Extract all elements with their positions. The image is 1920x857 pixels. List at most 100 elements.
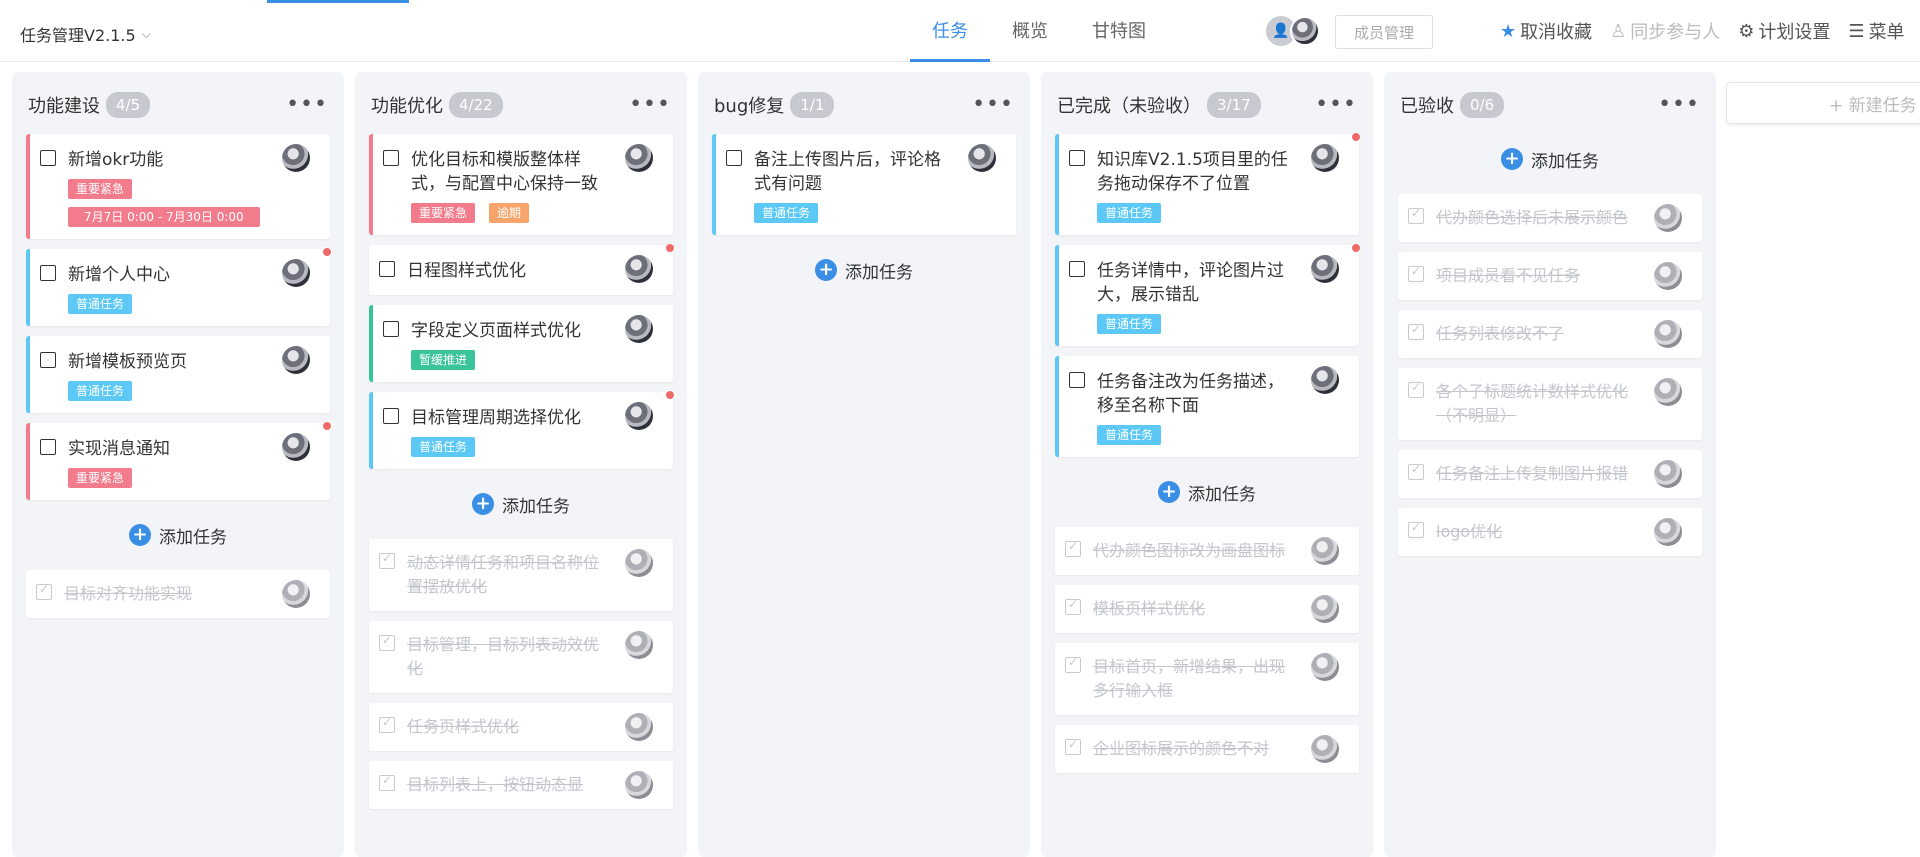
avatar[interactable] [1654,460,1682,488]
avatar[interactable] [282,580,310,608]
task-card[interactable]: 优化目标和模版整体样式，与配置中心保持一致 重要紧急 逾期 [369,134,673,235]
menu-button[interactable]: ☰ 菜单 [1848,18,1904,44]
completed-task-card[interactable]: 目标首页，新增结果，出现多行输入框 [1055,643,1359,715]
task-checkbox-checked[interactable] [1065,597,1081,615]
add-task-button[interactable]: + 添加任务 [26,510,330,560]
avatar[interactable] [1654,518,1682,546]
task-checkbox[interactable] [1069,372,1085,388]
task-checkbox[interactable] [1069,150,1085,166]
avatar[interactable] [1311,255,1339,283]
task-card[interactable]: 实现消息通知 重要紧急 [26,421,332,500]
task-checkbox-checked[interactable] [379,633,395,651]
avatar[interactable] [625,402,653,430]
avatar[interactable] [1311,595,1339,623]
completed-task-card[interactable]: 任务备注上传复制图片报错 [1398,450,1702,498]
avatar[interactable] [625,549,653,577]
avatar[interactable] [1654,378,1682,406]
task-card[interactable]: 知识库V2.1.5项目里的任务拖动保存不了位置 普通任务 [1055,132,1361,235]
unfavorite-button[interactable]: ★ 取消收藏 [1500,18,1592,44]
project-title-dropdown[interactable]: 任务管理V2.1.5 ⌵ [20,22,151,46]
completed-task-card[interactable]: logo优化 [1398,508,1702,556]
avatar[interactable] [1654,262,1682,290]
tab-tasks[interactable]: 任务 [910,0,990,62]
avatar[interactable] [1654,320,1682,348]
task-checkbox[interactable] [40,150,56,166]
add-task-button[interactable]: + 添加任务 [712,245,1016,295]
completed-task-card[interactable]: 目标管理，目标列表动效优化 [369,621,673,693]
task-card[interactable]: 新增okr功能 重要紧急 7月7日 0:00 - 7月30日 0:00 [26,134,330,239]
completed-task-card[interactable]: 任务页样式优化 [369,703,673,751]
add-task-button[interactable]: + 添加任务 [1398,134,1702,184]
task-card[interactable]: 新增模板预览页 普通任务 [26,336,330,413]
avatar[interactable] [625,631,653,659]
avatar[interactable] [625,315,653,343]
avatar[interactable] [282,144,310,172]
task-checkbox[interactable] [726,150,742,166]
add-task-button[interactable]: + 添加任务 [1055,467,1359,517]
task-checkbox[interactable] [1069,261,1085,277]
task-checkbox[interactable] [40,439,56,455]
task-checkbox-checked[interactable] [36,582,52,600]
task-checkbox-checked[interactable] [379,773,395,791]
avatar[interactable] [1311,537,1339,565]
task-card[interactable]: 日程图样式优化 [369,243,675,295]
task-card[interactable]: 新增个人中心 普通任务 [26,247,332,326]
completed-task-card[interactable]: 项目成员看不见任务 [1398,252,1702,300]
completed-task-card[interactable]: 企业图标展示的颜色不对 [1055,725,1359,773]
task-checkbox-checked[interactable] [1408,462,1424,480]
completed-task-card[interactable]: 代办颜色图标改为画盘图标 [1055,527,1359,575]
completed-task-card[interactable]: 各个子标题统计数样式优化（不明显） [1398,368,1702,440]
more-icon[interactable]: ••• [1658,94,1700,116]
task-checkbox-checked[interactable] [1408,206,1424,224]
completed-task-card[interactable]: 模板页样式优化 [1055,585,1359,633]
avatar[interactable] [1311,735,1339,763]
more-icon[interactable]: ••• [286,94,328,116]
avatar[interactable] [1311,144,1339,172]
task-card[interactable]: 任务备注改为任务描述，移至名称下面 普通任务 [1055,356,1359,457]
avatar[interactable] [625,771,653,799]
avatar[interactable] [968,144,996,172]
avatar[interactable] [1311,653,1339,681]
plan-settings-button[interactable]: ⚙ 计划设置 [1738,18,1830,44]
task-card[interactable]: 字段定义页面样式优化 暂缓推进 [369,305,673,382]
task-checkbox-checked[interactable] [1065,655,1081,673]
task-checkbox-checked[interactable] [1408,264,1424,282]
avatar[interactable] [1654,204,1682,232]
task-checkbox[interactable] [379,261,395,277]
task-card[interactable]: 备注上传图片后，评论格式有问题 普通任务 [712,134,1016,235]
completed-task-card[interactable]: 动态详情任务和项目名称位置摆放优化 [369,539,673,611]
avatar[interactable] [282,259,310,287]
task-checkbox-checked[interactable] [379,715,395,733]
task-checkbox-checked[interactable] [1408,322,1424,340]
avatar[interactable] [625,144,653,172]
member-management-button[interactable]: 成员管理 [1335,15,1433,49]
more-icon[interactable]: ••• [629,94,671,116]
more-icon[interactable]: ••• [1315,94,1357,116]
task-checkbox[interactable] [383,150,399,166]
completed-task-card[interactable]: 任务列表修改不了 [1398,310,1702,358]
task-checkbox-checked[interactable] [1408,520,1424,538]
avatar[interactable] [282,346,310,374]
task-checkbox-checked[interactable] [1065,737,1081,755]
task-checkbox-checked[interactable] [379,551,395,569]
new-task-column-button[interactable]: + 新建任务 [1726,82,1920,124]
task-checkbox-checked[interactable] [1408,380,1424,398]
tab-overview[interactable]: 概览 [990,0,1070,62]
task-checkbox[interactable] [383,321,399,337]
task-card[interactable]: 任务详情中，评论图片过大，展示错乱 普通任务 [1055,243,1361,346]
tab-gantt[interactable]: 甘特图 [1070,0,1168,62]
task-card[interactable]: 目标管理周期选择优化 普通任务 [369,390,675,469]
task-checkbox-checked[interactable] [1065,539,1081,557]
sync-participants-button[interactable]: ♙ 同步参与人 [1610,18,1720,44]
avatar[interactable] [625,255,653,283]
more-icon[interactable]: ••• [972,94,1014,116]
add-task-button[interactable]: + 添加任务 [369,479,673,529]
task-checkbox[interactable] [383,408,399,424]
completed-task-card[interactable]: 目标列表上，按钮动态显 [369,761,673,809]
task-checkbox[interactable] [40,352,56,368]
avatar[interactable] [282,433,310,461]
avatar[interactable] [625,713,653,741]
avatar[interactable] [1311,366,1339,394]
completed-task-card[interactable]: 目标对齐功能实现 [26,570,330,618]
task-checkbox[interactable] [40,265,56,281]
